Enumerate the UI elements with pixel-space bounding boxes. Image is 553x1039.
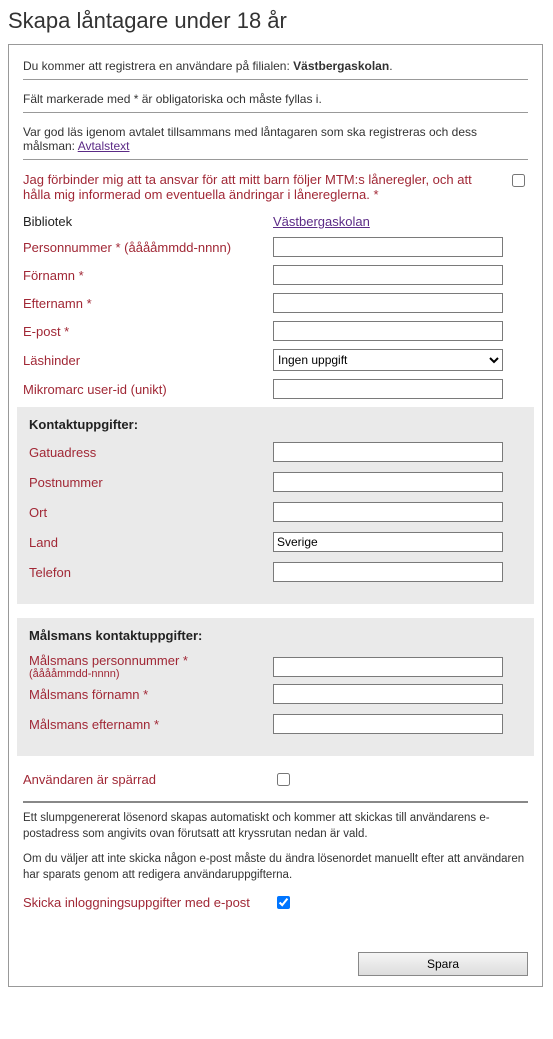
guardian-ssn-row: Målsmans personnummer * (ååååmmdd-nnnn) xyxy=(29,653,522,680)
button-row: Spara xyxy=(23,952,528,976)
firstname-input[interactable] xyxy=(273,265,503,285)
guardian-ssn-label: Målsmans personnummer * xyxy=(29,653,273,668)
library-link[interactable]: Västbergaskolan xyxy=(273,214,370,229)
firstname-row: Förnamn * xyxy=(23,265,528,285)
ssn-row: Personnummer * (ååååmmdd-nnnn) xyxy=(23,237,528,257)
guardian-ssn-input[interactable] xyxy=(273,657,503,677)
divider xyxy=(23,801,528,803)
guardian-ssn-hint: (ååååmmdd-nnnn) xyxy=(29,668,273,680)
blocked-row: Användaren är spärrad xyxy=(23,770,528,789)
agreement-link[interactable]: Avtalstext xyxy=(78,139,130,153)
email-input[interactable] xyxy=(273,321,503,341)
zip-label: Postnummer xyxy=(29,475,273,490)
library-row: Bibliotek Västbergaskolan xyxy=(23,214,528,229)
reading-select[interactable]: Ingen uppgift xyxy=(273,349,503,371)
intro-line: Du kommer att registrera en användare på… xyxy=(23,59,528,80)
mikromarc-input[interactable] xyxy=(273,379,503,399)
zip-input[interactable] xyxy=(273,472,503,492)
reading-label: Läshinder xyxy=(23,353,273,368)
mikromarc-label: Mikromarc user-id (unikt) xyxy=(23,382,273,397)
ssn-input[interactable] xyxy=(273,237,503,257)
contact-title: Kontaktuppgifter: xyxy=(29,417,522,432)
send-row: Skicka inloggningsuppgifter med e-post xyxy=(23,893,528,912)
send-label: Skicka inloggningsuppgifter med e-post xyxy=(23,895,273,910)
city-label: Ort xyxy=(29,505,273,520)
phone-input[interactable] xyxy=(273,562,503,582)
city-input[interactable] xyxy=(273,502,503,522)
email-label: E-post * xyxy=(23,324,273,339)
firstname-label: Förnamn * xyxy=(23,268,273,283)
contact-section: Kontaktuppgifter: Gatuadress Postnummer … xyxy=(17,407,534,604)
street-label: Gatuadress xyxy=(29,445,273,460)
blocked-checkbox[interactable] xyxy=(277,773,290,786)
library-label: Bibliotek xyxy=(23,214,273,229)
street-input[interactable] xyxy=(273,442,503,462)
guardian-firstname-row: Målsmans förnamn * xyxy=(29,684,522,704)
city-row: Ort xyxy=(29,502,522,522)
agreement-consent-text: Jag förbinder mig att ta ansvar för att … xyxy=(23,172,508,202)
country-input[interactable] xyxy=(273,532,503,552)
guardian-lastname-label: Målsmans efternamn * xyxy=(29,717,273,732)
reading-row: Läshinder Ingen uppgift xyxy=(23,349,528,371)
country-label: Land xyxy=(29,535,273,550)
save-button[interactable]: Spara xyxy=(358,952,528,976)
intro-suffix: . xyxy=(389,59,392,73)
form-container: Du kommer att registrera en användare på… xyxy=(8,44,543,987)
country-row: Land xyxy=(29,532,522,552)
guardian-section: Målsmans kontaktuppgifter: Målsmans pers… xyxy=(17,618,534,756)
guardian-lastname-input[interactable] xyxy=(273,714,503,734)
blocked-label: Användaren är spärrad xyxy=(23,772,273,787)
page-title: Skapa låntagare under 18 år xyxy=(8,8,545,34)
zip-row: Postnummer xyxy=(29,472,522,492)
guardian-title: Målsmans kontaktuppgifter: xyxy=(29,628,522,643)
guardian-lastname-row: Målsmans efternamn * xyxy=(29,714,522,734)
lastname-row: Efternamn * xyxy=(23,293,528,313)
email-row: E-post * xyxy=(23,321,528,341)
required-note: Fält markerade med * är obligatoriska oc… xyxy=(23,92,528,113)
intro-prefix: Du kommer att registrera en användare på… xyxy=(23,59,293,73)
guardian-firstname-input[interactable] xyxy=(273,684,503,704)
phone-label: Telefon xyxy=(29,565,273,580)
mikromarc-row: Mikromarc user-id (unikt) xyxy=(23,379,528,399)
send-checkbox[interactable] xyxy=(277,896,290,909)
agreement-checkbox[interactable] xyxy=(512,174,525,187)
intro-branch: Västbergaskolan xyxy=(293,59,389,73)
footer-p1: Ett slumpgenererat lösenord skapas autom… xyxy=(23,811,528,842)
agreement-consent-row: Jag förbinder mig att ta ansvar för att … xyxy=(23,172,528,202)
guardian-firstname-label: Målsmans förnamn * xyxy=(29,687,273,702)
lastname-label: Efternamn * xyxy=(23,296,273,311)
agreement-intro: Var god läs igenom avtalet tillsammans m… xyxy=(23,125,528,160)
ssn-label: Personnummer * (ååååmmdd-nnnn) xyxy=(23,240,273,255)
footer-p2: Om du väljer att inte skicka någon e-pos… xyxy=(23,852,528,883)
lastname-input[interactable] xyxy=(273,293,503,313)
street-row: Gatuadress xyxy=(29,442,522,462)
phone-row: Telefon xyxy=(29,562,522,582)
